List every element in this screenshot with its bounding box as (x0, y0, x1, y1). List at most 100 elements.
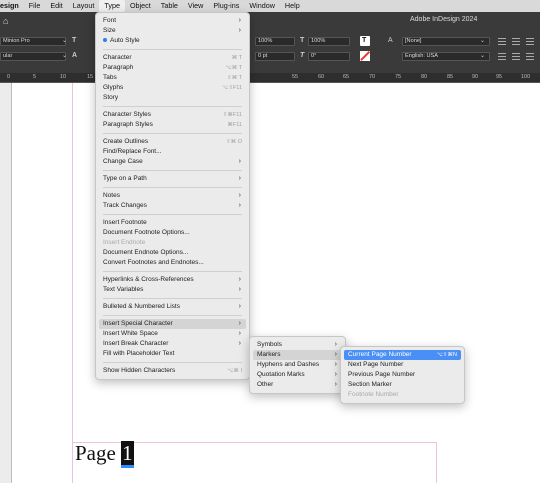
menu-item-label: Convert Footnotes and Endnotes... (103, 259, 204, 266)
menu-item-track-changes[interactable]: Track Changes › (96, 201, 249, 211)
horizontal-scale-field[interactable]: 100% (255, 37, 295, 46)
character-style-select[interactable]: [None] (402, 37, 490, 46)
menu-item-label: Auto Style (110, 37, 140, 44)
menu-bar: esign File Edit Layout Type Object Table View Pl… (0, 0, 540, 12)
menu-item-size[interactable]: Size › (96, 26, 249, 36)
menu-item-label: Next Page Number (348, 361, 404, 368)
chevron-down-icon[interactable]: ⌄ (480, 37, 485, 44)
chevron-down-icon[interactable]: ⌄ (62, 37, 67, 44)
language-select[interactable]: English: USA (402, 52, 490, 61)
stroke-color-swatch[interactable] (360, 51, 370, 61)
menubar-edit[interactable]: Edit (45, 0, 67, 12)
menu-item-insert-special-character[interactable]: Insert Special Character › (99, 319, 246, 329)
menu-item-document-footnote-options[interactable]: Document Footnote Options... (96, 228, 249, 238)
menu-item-auto-style[interactable]: Auto Style (96, 36, 249, 46)
align-justify-icon[interactable] (498, 53, 506, 60)
menu-item-footnote-number: Footnote Number (341, 390, 464, 400)
menu-item-label: Hyphens and Dashes (257, 361, 320, 368)
menu-item-document-endnote-options[interactable]: Document Endnote Options... (96, 248, 249, 258)
app-menu[interactable]: esign (0, 0, 24, 12)
menu-item-change-case[interactable]: Change Case › (96, 157, 249, 167)
menu-item-hyphens-and-dashes[interactable]: Hyphens and Dashes › (250, 360, 345, 370)
menu-item-character-styles[interactable]: Character Styles ⇧⌘F11 (96, 110, 249, 120)
ruler-tick-label: 100 (521, 74, 531, 80)
menu-item-label: Hyperlinks & Cross-References (103, 276, 194, 283)
menubar-file[interactable]: File (24, 0, 46, 12)
menu-item-current-page-number[interactable]: Current Page Number ⌥⇧⌘N (344, 350, 461, 360)
align-center-icon[interactable] (512, 38, 520, 45)
ruler-tick-label: 60 (318, 74, 325, 80)
menu-item-paragraph[interactable]: Paragraph ⌥⌘ T (96, 63, 249, 73)
chevron-right-icon: › (334, 381, 337, 388)
menu-item-bulleted-numbered-lists[interactable]: Bulleted & Numbered Lists › (96, 302, 249, 312)
menu-item-label: Insert Special Character (103, 320, 173, 327)
home-icon[interactable]: ⌂ (3, 16, 13, 26)
menu-item-type-on-a-path[interactable]: Type on a Path › (96, 174, 249, 184)
vertical-scale-field[interactable]: 100% (308, 37, 350, 46)
menu-item-quotation-marks[interactable]: Quotation Marks › (250, 370, 345, 380)
skew-field[interactable]: 0° (308, 52, 350, 61)
chevron-right-icon: › (238, 320, 241, 327)
chevron-down-icon[interactable]: ⌄ (62, 52, 67, 59)
align-justify-center-icon[interactable] (512, 53, 520, 60)
menu-item-label: Insert Break Character (103, 340, 169, 347)
menu-item-label: Character Styles (103, 111, 152, 118)
menu-item-other[interactable]: Other › (250, 380, 345, 390)
chevron-down-icon[interactable]: ⌄ (480, 52, 485, 59)
menu-item-label: Other (257, 381, 274, 388)
menubar-type[interactable]: Type (99, 0, 125, 12)
menu-item-insert-white-space[interactable]: Insert White Space › (96, 329, 249, 339)
menu-item-previous-page-number[interactable]: Previous Page Number (341, 370, 464, 380)
menu-item-label: Current Page Number (348, 351, 412, 358)
menubar-window[interactable]: Window (244, 0, 280, 12)
align-right-icon[interactable] (526, 38, 534, 45)
menu-item-insert-break-character[interactable]: Insert Break Character › (96, 339, 249, 349)
menu-item-glyphs[interactable]: Glyphs ⌥⇧F11 (96, 83, 249, 93)
type-menu: Font › Size › Auto Style Character ⌘ T Paragrap… (95, 12, 250, 380)
menu-item-show-hidden-characters[interactable]: Show Hidden Characters ⌥⌘ I (96, 366, 249, 376)
chevron-right-icon: › (238, 340, 241, 347)
menu-separator (103, 362, 242, 363)
menu-item-find-replace-font[interactable]: Find/Replace Font... (96, 147, 249, 157)
menu-item-next-page-number[interactable]: Next Page Number (341, 360, 464, 370)
align-justify-all-icon[interactable] (526, 53, 534, 60)
menu-separator (103, 133, 242, 134)
menu-item-notes[interactable]: Notes › (96, 191, 249, 201)
menu-item-label: Change Case (103, 158, 143, 165)
menu-item-paragraph-styles[interactable]: Paragraph Styles ⌘F11 (96, 120, 249, 130)
font-style-field[interactable]: ular (0, 52, 66, 61)
menu-item-tabs[interactable]: Tabs ⇧⌘ T (96, 73, 249, 83)
menu-item-label: Create Outlines (103, 138, 149, 145)
font-family-field[interactable]: Minion Pro (0, 37, 66, 46)
page-number-text[interactable]: Page 1 (75, 441, 134, 468)
chevron-right-icon: › (238, 175, 241, 182)
skew-icon: T (300, 52, 305, 59)
vertical-scale-icon: T (300, 37, 305, 44)
align-left-icon[interactable] (498, 38, 506, 45)
menu-item-story[interactable]: Story (96, 93, 249, 103)
menubar-help[interactable]: Help (280, 0, 305, 12)
menu-item-convert-footnotes-and-endnotes[interactable]: Convert Footnotes and Endnotes... (96, 258, 249, 268)
menubar-table[interactable]: Table (156, 0, 183, 12)
menu-item-shortcut: ⇧⌘ T (227, 75, 242, 81)
text-fill-icon: T (362, 37, 367, 44)
menu-item-character[interactable]: Character ⌘ T (96, 53, 249, 63)
ruler-tick-label: 55 (292, 74, 299, 80)
menubar-plug-ins[interactable]: Plug-ins (208, 0, 244, 12)
menu-item-symbols[interactable]: Symbols › (250, 340, 345, 350)
menu-item-markers[interactable]: Markers › (253, 350, 342, 360)
menu-item-insert-footnote[interactable]: Insert Footnote (96, 218, 249, 228)
menu-item-font[interactable]: Font › (96, 16, 249, 26)
menu-item-text-variables[interactable]: Text Variables › (96, 285, 249, 295)
baseline-shift-field[interactable]: 0 pt (255, 52, 295, 61)
menu-separator (103, 298, 242, 299)
menu-item-label: Show Hidden Characters (103, 367, 176, 374)
menu-item-fill-with-placeholder-text[interactable]: Fill with Placeholder Text (96, 349, 249, 359)
menu-item-section-marker[interactable]: Section Marker (341, 380, 464, 390)
menubar-layout[interactable]: Layout (68, 0, 100, 12)
menu-item-label: Document Endnote Options... (103, 249, 189, 256)
menubar-view[interactable]: View (183, 0, 208, 12)
menu-item-hyperlinks-cross-references[interactable]: Hyperlinks & Cross-References › (96, 275, 249, 285)
menubar-object[interactable]: Object (125, 0, 156, 12)
menu-item-create-outlines[interactable]: Create Outlines ⇧⌘ O (96, 137, 249, 147)
